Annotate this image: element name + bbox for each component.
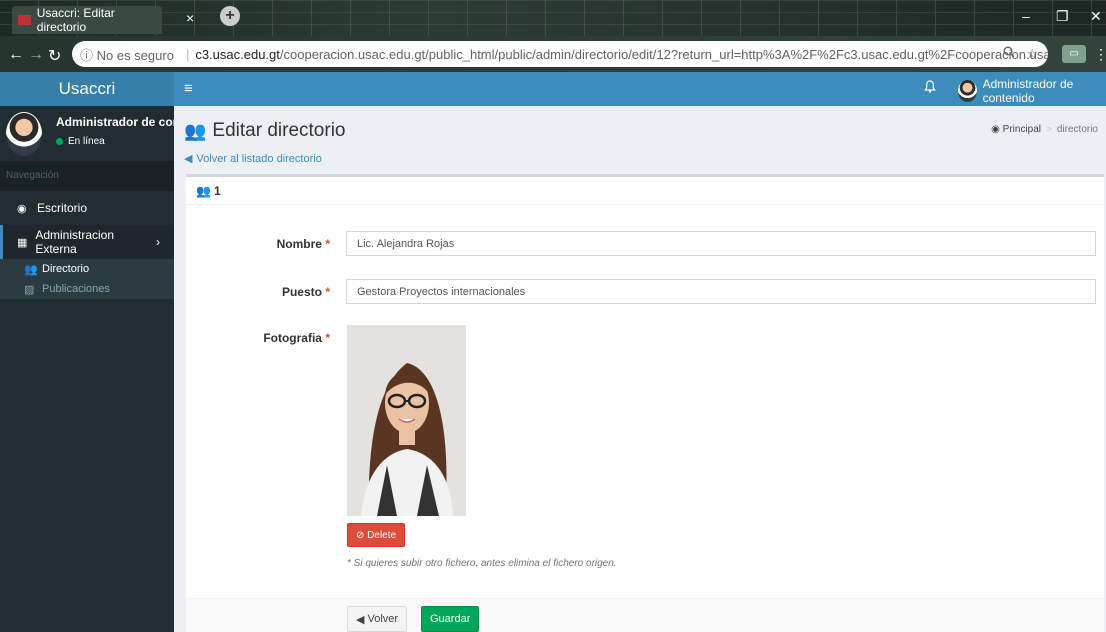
back-arrow-icon[interactable]: ← xyxy=(8,46,24,64)
delete-label: Delete xyxy=(367,529,397,541)
favicon-icon xyxy=(18,15,31,25)
extension-icon[interactable]: ▭ xyxy=(1062,45,1086,63)
sidebar-item-label: Escritorio xyxy=(37,201,88,215)
close-window-icon[interactable]: ✕ xyxy=(1090,8,1102,25)
browser-toolbar: ← → ↻ ⓘ No es seguro | c3.usac.edu.gt/co… xyxy=(0,36,1106,72)
sidebar-item-administracion-externa[interactable]: ▦ Administracion Externa › xyxy=(0,225,174,259)
puesto-input[interactable] xyxy=(346,279,1096,304)
online-status: En línea xyxy=(56,136,105,147)
edit-form-box: 👥 1 Nombre * Puesto * Fotografia * ⊘ Del… xyxy=(186,174,1104,632)
breadcrumb: ◉ Principal > directorio xyxy=(991,124,1098,135)
address-divider: | xyxy=(185,46,190,62)
arrow-circle-left-icon: ◀ xyxy=(356,613,368,626)
notifications-bell-icon[interactable] xyxy=(924,80,936,96)
dashboard-icon: ◉ xyxy=(991,124,1003,135)
address-bar-icons: ☆ xyxy=(1003,46,1038,62)
sidebar-item-label: Administracion Externa xyxy=(35,228,115,256)
back-to-list-link[interactable]: ◀ Volver al listado directorio xyxy=(184,152,322,166)
nombre-label: Nombre * xyxy=(276,237,330,251)
reload-icon[interactable]: ↻ xyxy=(48,46,61,66)
avatar xyxy=(958,80,977,102)
delete-photo-button[interactable]: ⊘ Delete xyxy=(347,523,406,547)
content-header: 👥 Editar directorio ◀ Volver al listado … xyxy=(174,106,1106,168)
sidebar: Administrador de contenid En línea Naveg… xyxy=(0,106,174,632)
users-icon: 👥 xyxy=(196,183,211,198)
user-panel: Administrador de contenid En línea xyxy=(0,106,174,161)
circuit-theme-background xyxy=(0,0,1106,36)
tab-close-icon[interactable]: × xyxy=(186,10,194,26)
url-path: /cooperacion.usac.edu.gt/public_html/pub… xyxy=(279,46,1048,62)
users-icon: 👥 xyxy=(184,120,207,141)
user-menu[interactable]: Administrador de contenido xyxy=(958,77,1106,105)
ban-icon: ⊘ xyxy=(356,529,368,541)
browser-tab-strip: Usaccri: Editar directorio × + – ❐ ✕ xyxy=(0,0,1106,36)
minimize-icon[interactable]: – xyxy=(1022,8,1030,24)
address-bar[interactable]: ⓘ No es seguro | c3.usac.edu.gt/cooperac… xyxy=(72,41,1048,67)
star-icon[interactable]: ☆ xyxy=(1026,46,1038,61)
arrow-circle-left-icon: ◀ xyxy=(184,153,193,165)
back-button-label: Volver xyxy=(367,613,399,625)
box-title: 1 xyxy=(213,183,221,198)
sidebar-toggle-icon[interactable]: ≡ xyxy=(184,80,193,97)
nombre-input[interactable] xyxy=(346,231,1096,256)
sidebar-item-escritorio[interactable]: ◉ Escritorio xyxy=(0,191,174,225)
tab-title: Usaccri: Editar directorio xyxy=(36,6,115,34)
app-logo[interactable]: Usaccri xyxy=(0,72,174,106)
nav-header: Navegación xyxy=(0,161,174,191)
chevron-right-icon: › xyxy=(156,235,160,249)
form-footer: ◀ Volver Guardar xyxy=(186,598,1104,632)
fotografia-label: Fotografia * xyxy=(263,331,330,345)
page-title: 👥 Editar directorio xyxy=(184,120,345,142)
image-icon: ▨ xyxy=(24,283,35,296)
url-host: c3.usac.edu.gt xyxy=(195,46,280,62)
breadcrumb-current: directorio xyxy=(1056,124,1098,135)
avatar xyxy=(6,112,42,156)
puesto-label: Puesto * xyxy=(281,285,330,299)
browser-tab[interactable]: Usaccri: Editar directorio xyxy=(12,6,162,34)
dashboard-icon: ◉ xyxy=(17,202,27,215)
new-tab-button[interactable]: + xyxy=(220,6,240,26)
browser-menu-icon[interactable]: ⋮ xyxy=(1094,46,1106,63)
search-icon[interactable] xyxy=(1003,46,1019,61)
page-title-text: Editar directorio xyxy=(212,120,346,141)
users-icon: 👥 xyxy=(24,263,38,276)
save-button[interactable]: Guardar xyxy=(421,606,480,632)
breadcrumb-separator: > xyxy=(1046,124,1052,135)
restore-icon[interactable]: ❐ xyxy=(1056,8,1069,25)
box-header: 👥 1 xyxy=(186,177,1104,205)
online-status-label: En línea xyxy=(68,136,105,147)
back-button[interactable]: ◀ Volver xyxy=(347,606,408,632)
app-header: Usaccri ≡ Administrador de contenido xyxy=(0,72,1106,106)
sidebar-item-publicaciones[interactable]: ▨ Publicaciones xyxy=(0,279,174,299)
sidebar-item-label: Directorio xyxy=(42,263,90,275)
submenu: 👥 Directorio ▨ Publicaciones xyxy=(0,259,174,299)
header-user-name: Administrador de contenido xyxy=(982,77,1074,105)
security-indicator[interactable]: ⓘ No es seguro xyxy=(80,45,174,64)
breadcrumb-home[interactable]: Principal xyxy=(1003,124,1041,135)
sidebar-item-directorio[interactable]: 👥 Directorio xyxy=(0,259,174,279)
profile-photo xyxy=(347,325,466,516)
back-to-list-label: Volver al listado directorio xyxy=(196,152,322,165)
sidebar-user-name: Administrador de contenid xyxy=(56,115,174,129)
status-dot-icon xyxy=(56,138,63,145)
help-text: * Si quieres subir otro fichero, antes e… xyxy=(347,558,617,569)
forward-arrow-icon[interactable]: → xyxy=(28,46,44,64)
sidebar-item-label: Publicaciones xyxy=(42,283,110,295)
grid-icon: ▦ xyxy=(17,236,28,249)
